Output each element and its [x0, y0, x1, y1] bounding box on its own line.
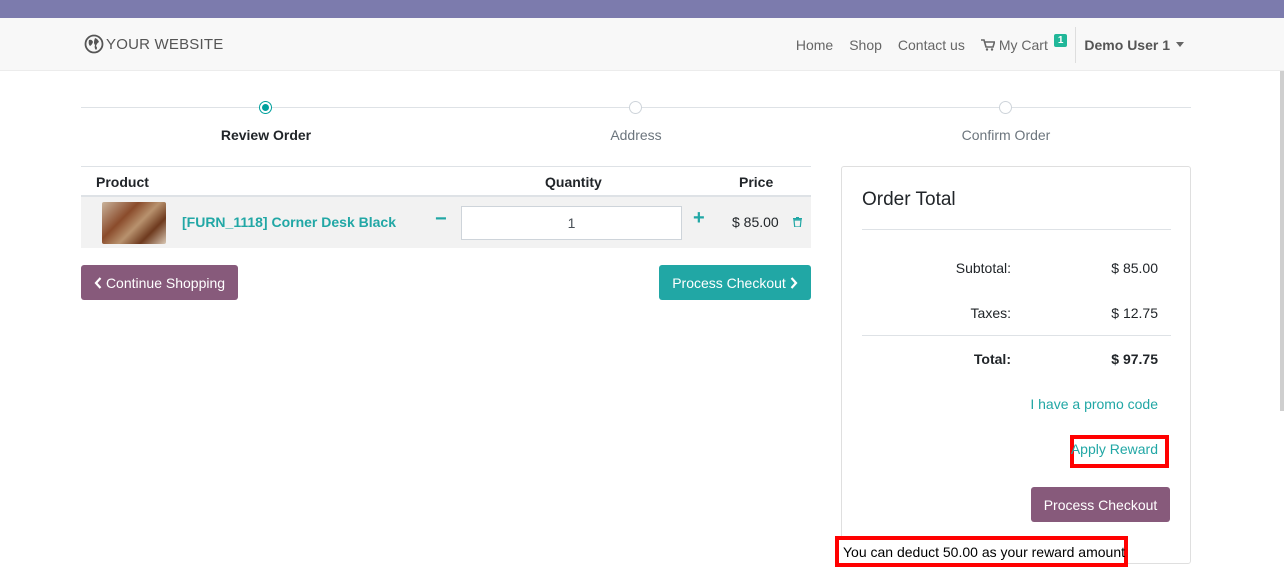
brand-logo[interactable]: YOUR WEBSITE	[84, 34, 223, 54]
total-value: $ 97.75	[1111, 351, 1158, 367]
user-name: Demo User 1	[1084, 36, 1170, 53]
taxes-value: $ 12.75	[1111, 305, 1158, 321]
step-dot-review	[259, 101, 272, 114]
product-name-link[interactable]: [FURN_1118] Corner Desk Black	[182, 214, 396, 230]
divider	[862, 229, 1171, 230]
cart-table: Product Quantity Price [FURN_1118] Corne…	[81, 166, 811, 248]
cart-row: [FURN_1118] Corner Desk Black − 1 + $ 85…	[81, 197, 811, 248]
card-process-checkout-button[interactable]: Process Checkout	[1031, 487, 1170, 522]
chevron-down-icon	[1176, 42, 1184, 47]
header-price: Price	[739, 174, 774, 190]
scrollbar[interactable]	[1280, 71, 1284, 411]
cart-label: My Cart	[998, 36, 1048, 53]
brand-name: YOUR WEBSITE	[106, 35, 224, 53]
promo-code-link[interactable]: I have a promo code	[1030, 396, 1158, 412]
continue-shopping-label: Continue Shopping	[105, 274, 226, 291]
subtotal-value: $ 85.00	[1111, 260, 1158, 276]
nav-divider	[1075, 26, 1077, 63]
step-label-address: Address	[610, 127, 662, 143]
continue-shopping-button[interactable]: Continue Shopping	[81, 265, 238, 300]
step-label-confirm: Confirm Order	[961, 127, 1051, 143]
subtotal-label: Subtotal:	[955, 260, 1011, 276]
user-menu[interactable]: Demo User 1	[1084, 37, 1184, 53]
nav-cart-link[interactable]: My Cart 1	[980, 34, 1068, 53]
quantity-decrease-button[interactable]: −	[435, 208, 447, 231]
header-quantity: Quantity	[545, 174, 602, 190]
nav-shop-link[interactable]: Shop	[849, 37, 882, 53]
product-price: $ 85.00	[732, 214, 779, 230]
step-label-review: Review Order	[220, 127, 312, 143]
trash-icon[interactable]	[793, 217, 802, 227]
card-process-checkout-label: Process Checkout	[1043, 496, 1158, 513]
chevron-left-icon	[94, 276, 102, 289]
process-checkout-label: Process Checkout	[672, 274, 786, 291]
apply-reward-link[interactable]: Apply Reward	[1071, 441, 1158, 457]
top-bar	[0, 0, 1284, 18]
step-dot-confirm	[999, 101, 1012, 114]
divider	[862, 335, 1171, 336]
chevron-right-icon	[790, 276, 798, 289]
globe-icon	[84, 34, 104, 54]
process-checkout-button[interactable]: Process Checkout	[659, 265, 811, 300]
order-total-title: Order Total	[862, 189, 956, 210]
product-image[interactable]	[102, 202, 166, 244]
total-label: Total:	[973, 351, 1011, 367]
navbar: YOUR WEBSITE Home Shop Contact us My Car…	[0, 18, 1284, 71]
cart-icon	[980, 38, 995, 51]
taxes-label: Taxes:	[970, 305, 1011, 321]
cart-table-header: Product Quantity Price	[81, 166, 811, 197]
cart-count-badge: 1	[1053, 34, 1068, 47]
reward-message: You can deduct 50.00 as your reward amou…	[843, 544, 1126, 560]
header-product: Product	[96, 174, 149, 190]
quantity-input[interactable]: 1	[461, 206, 682, 240]
quantity-increase-button[interactable]: +	[693, 207, 705, 230]
nav-menu: Home Shop Contact us My Cart 1 Demo User…	[780, 18, 1184, 71]
step-dot-address	[629, 101, 642, 114]
nav-home-link[interactable]: Home	[796, 37, 833, 53]
nav-contact-link[interactable]: Contact us	[898, 37, 965, 53]
order-total-card: Order Total Subtotal: $ 85.00 Taxes: $ 1…	[841, 166, 1191, 564]
